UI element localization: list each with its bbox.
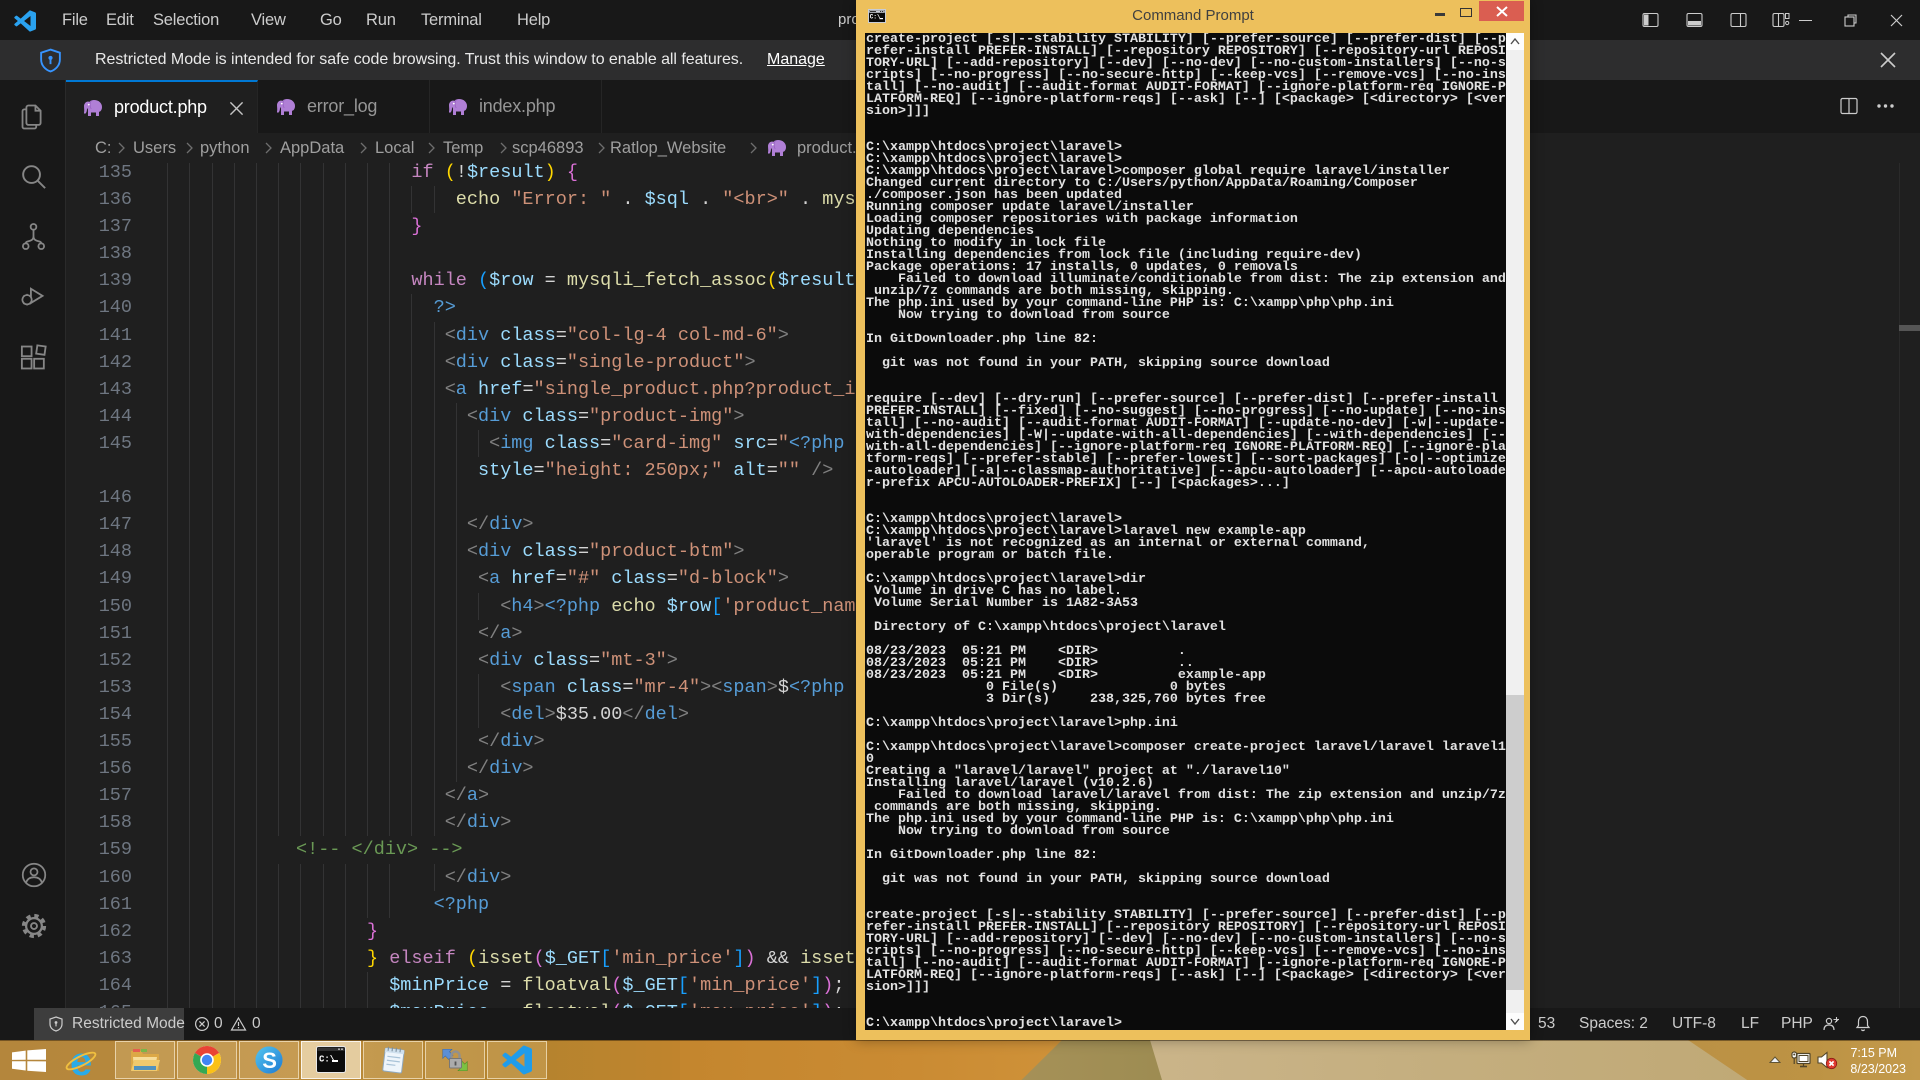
svg-text:S: S bbox=[262, 1048, 277, 1073]
svg-text:C:\: C:\ bbox=[319, 1055, 336, 1065]
